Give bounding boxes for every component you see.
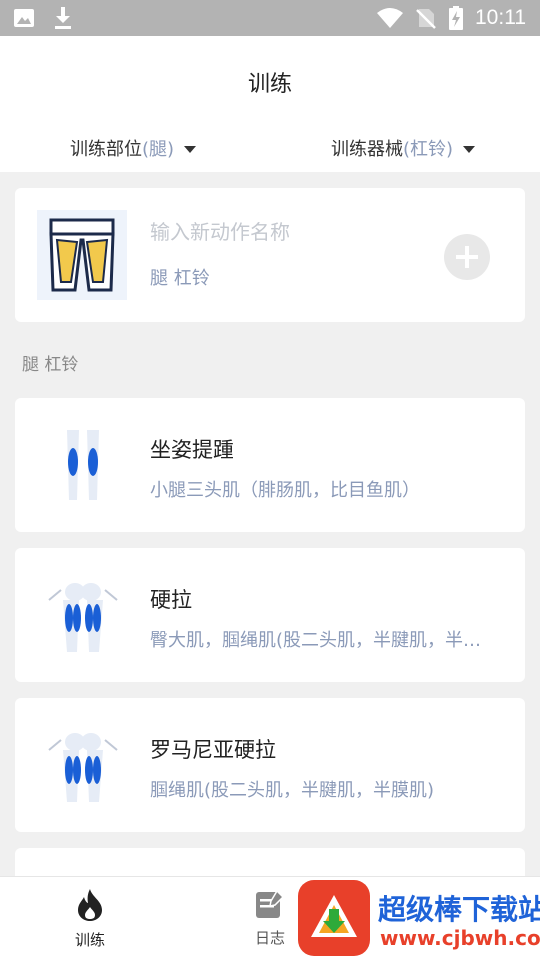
download-site-logo-icon: [298, 880, 370, 956]
equipment-filter[interactable]: 训练器械 (杠铃): [331, 135, 476, 161]
watermark-badge: 超级棒下载站 www.cjbwh.com: [298, 880, 540, 960]
battery-charging-icon: [449, 6, 463, 30]
status-time: 10:11: [475, 6, 526, 29]
exercise-card[interactable]: 坐姿提踵 小腿三头肌（腓肠肌，比目鱼肌）: [15, 398, 525, 532]
new-action-name-input[interactable]: [150, 220, 430, 244]
hamstring-muscle-icon: [45, 720, 121, 810]
hamstring-muscle-icon: [45, 570, 121, 660]
equipment-filter-value: (杠铃): [403, 139, 454, 160]
section-label: 腿 杠铃: [22, 355, 79, 375]
exercise-muscles: 腘绳肌(股二头肌，半腱肌，半膜肌): [150, 780, 435, 801]
plus-icon: [456, 246, 478, 268]
equipment-filter-label: 训练器械: [331, 139, 403, 160]
add-action-button[interactable]: [444, 234, 490, 280]
nav-item-training[interactable]: 训练: [55, 889, 125, 950]
watermark-url: www.cjbwh.com: [380, 926, 540, 950]
page-title: 训练: [247, 72, 292, 97]
nav-label-training: 训练: [74, 931, 105, 949]
chevron-down-icon: [463, 145, 476, 153]
download-icon: [54, 7, 72, 29]
exercise-muscles: 臀大肌，腘绳肌(股二头肌，半腱肌，半膜肌): [150, 630, 495, 651]
new-action-card: 腿 杠铃: [15, 188, 525, 322]
notebook-icon: [256, 889, 285, 918]
exercise-name: 硬拉: [150, 588, 192, 612]
exercise-muscles: 小腿三头肌（腓肠肌，比目鱼肌）: [150, 480, 420, 501]
legs-muscle-icon: [37, 210, 127, 300]
app-header: 训练 训练部位 (腿) 训练器械 (杠铃): [0, 36, 540, 172]
body-part-filter[interactable]: 训练部位 (腿): [70, 135, 197, 161]
body-part-filter-label: 训练部位: [70, 139, 142, 160]
watermark-title: 超级棒下载站: [378, 893, 540, 926]
exercise-card[interactable]: 硬拉 臀大肌，腘绳肌(股二头肌，半腱肌，半膜肌): [15, 548, 525, 682]
chevron-down-icon: [184, 145, 197, 153]
calf-muscle-icon: [45, 420, 121, 510]
nav-label-log: 日志: [254, 929, 285, 947]
nav-item-log[interactable]: 日志: [235, 889, 305, 948]
flame-icon: [78, 889, 102, 921]
image-icon: [14, 9, 34, 27]
new-action-tags: 腿 杠铃: [150, 268, 210, 289]
body-part-filter-value: (腿): [142, 139, 175, 160]
exercise-name: 坐姿提踵: [150, 438, 234, 462]
wifi-icon: [377, 8, 403, 28]
status-bar: 10:11: [0, 0, 540, 36]
exercise-card[interactable]: 罗马尼亚硬拉 腘绳肌(股二头肌，半腱肌，半膜肌): [15, 698, 525, 832]
exercise-name: 罗马尼亚硬拉: [150, 738, 276, 762]
no-sim-icon: [415, 7, 437, 29]
